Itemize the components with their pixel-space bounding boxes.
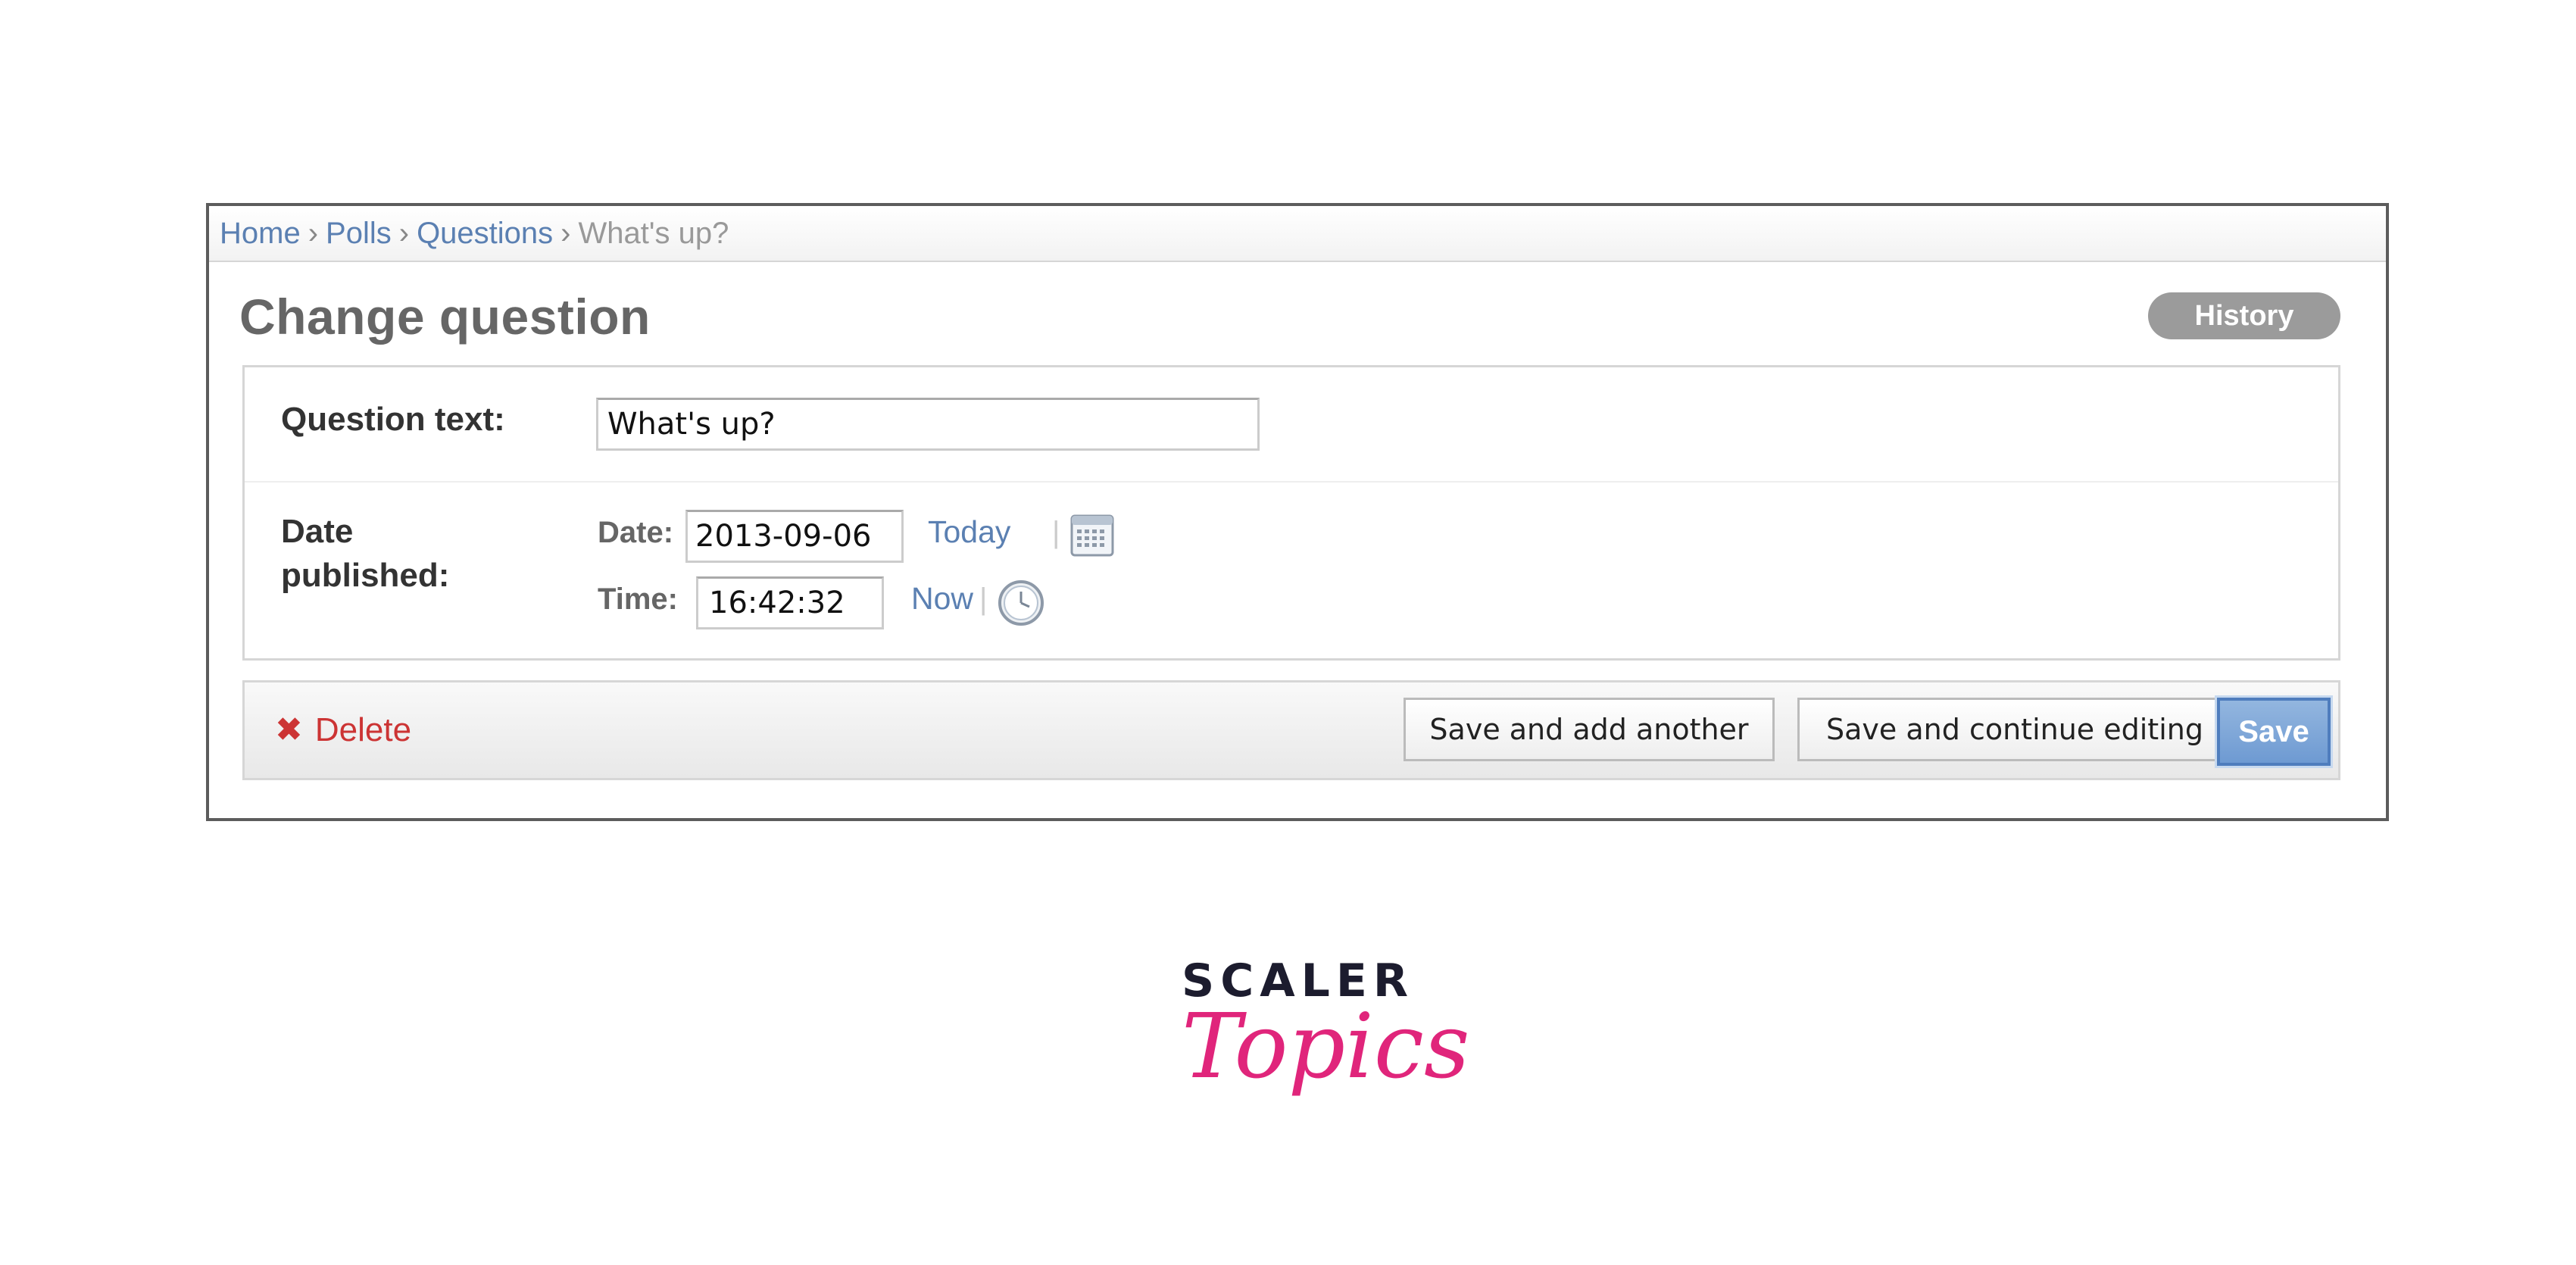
- calendar-icon[interactable]: [1070, 514, 1114, 557]
- date-input[interactable]: [685, 510, 904, 563]
- delete-label: Delete: [314, 711, 412, 748]
- date-published-row: Date published: Date: Today | Time: Now …: [245, 483, 2338, 658]
- delete-icon: ✖: [275, 711, 303, 748]
- scaler-topics-logo: SCALER Topics: [1182, 954, 1470, 1098]
- shortcut-separator: |: [1052, 516, 1060, 549]
- breadcrumb: Home › Polls › Questions › What's up?: [209, 206, 2386, 262]
- delete-link[interactable]: ✖ Delete: [275, 708, 411, 752]
- breadcrumb-separator: ›: [560, 217, 571, 250]
- save-add-another-button[interactable]: Save and add another: [1404, 698, 1775, 761]
- breadcrumb-current: What's up?: [578, 217, 729, 250]
- time-label: Time:: [598, 583, 678, 616]
- question-text-row: Question text:: [245, 367, 2338, 483]
- date-label: Date:: [598, 516, 674, 549]
- date-published-label-line2: published:: [281, 557, 450, 594]
- logo-line2: Topics: [1182, 994, 1470, 1098]
- save-button[interactable]: Save: [2217, 698, 2331, 766]
- date-published-label-line1: Date: [281, 513, 354, 550]
- time-input[interactable]: [696, 576, 884, 629]
- clock-icon[interactable]: [998, 579, 1044, 626]
- submit-row: ✖ Delete Save and add another Save and co…: [242, 680, 2340, 780]
- breadcrumb-separator: ›: [398, 217, 410, 250]
- breadcrumb-polls[interactable]: Polls: [326, 217, 392, 250]
- question-fieldset: Question text: Date published: Date: Tod…: [242, 365, 2340, 661]
- save-continue-editing-button[interactable]: Save and continue editing: [1797, 698, 2232, 761]
- breadcrumb-home[interactable]: Home: [220, 217, 301, 250]
- question-text-input[interactable]: [596, 398, 1260, 451]
- page-title: Change question: [239, 289, 651, 345]
- admin-window: Home › Polls › Questions › What's up? Change q…: [206, 203, 2389, 821]
- breadcrumb-questions[interactable]: Questions: [417, 217, 553, 250]
- history-button[interactable]: History: [2148, 292, 2340, 339]
- question-text-label: Question text:: [281, 401, 505, 438]
- breadcrumb-separator: ›: [308, 217, 319, 250]
- shortcut-separator: |: [979, 583, 988, 616]
- today-link[interactable]: Today: [928, 514, 1010, 550]
- now-link[interactable]: Now: [911, 581, 973, 617]
